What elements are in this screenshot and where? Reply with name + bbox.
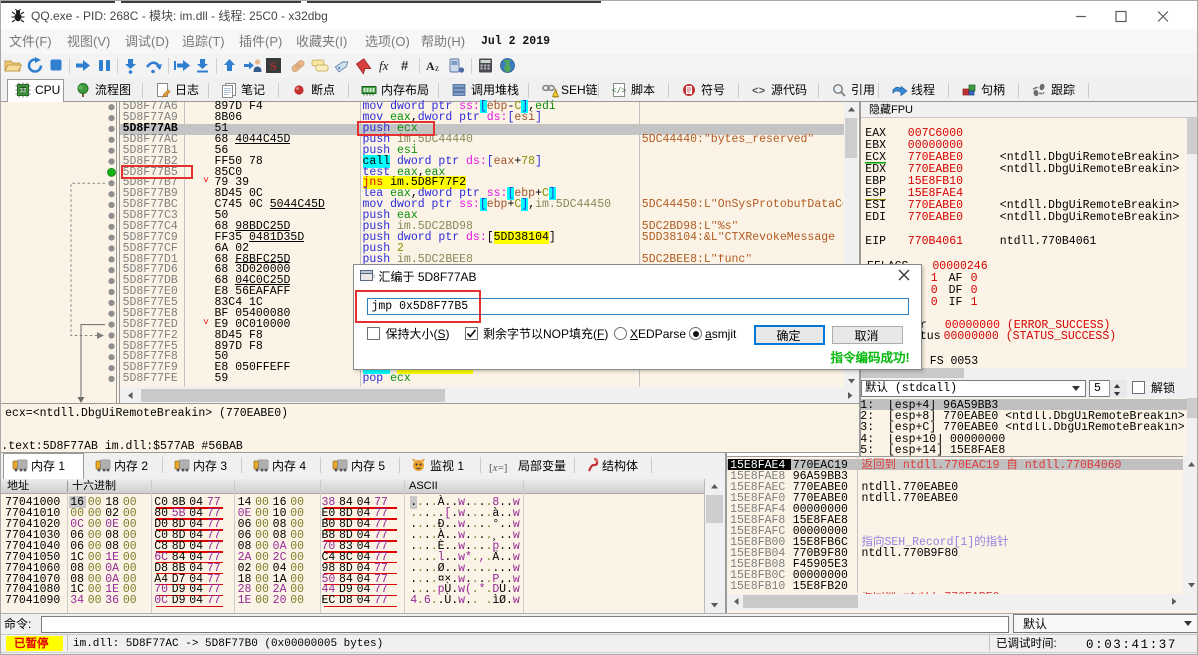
svg-text:<>: <> — [752, 86, 766, 98]
svg-text:A: A — [426, 59, 435, 73]
svg-text:S: S — [270, 59, 277, 73]
svg-text:#: # — [401, 58, 409, 73]
svg-text:</>: </> — [612, 87, 627, 96]
svg-text:z: z — [435, 63, 439, 73]
svg-text:32: 32 — [20, 89, 27, 95]
svg-text:fx: fx — [379, 58, 389, 73]
